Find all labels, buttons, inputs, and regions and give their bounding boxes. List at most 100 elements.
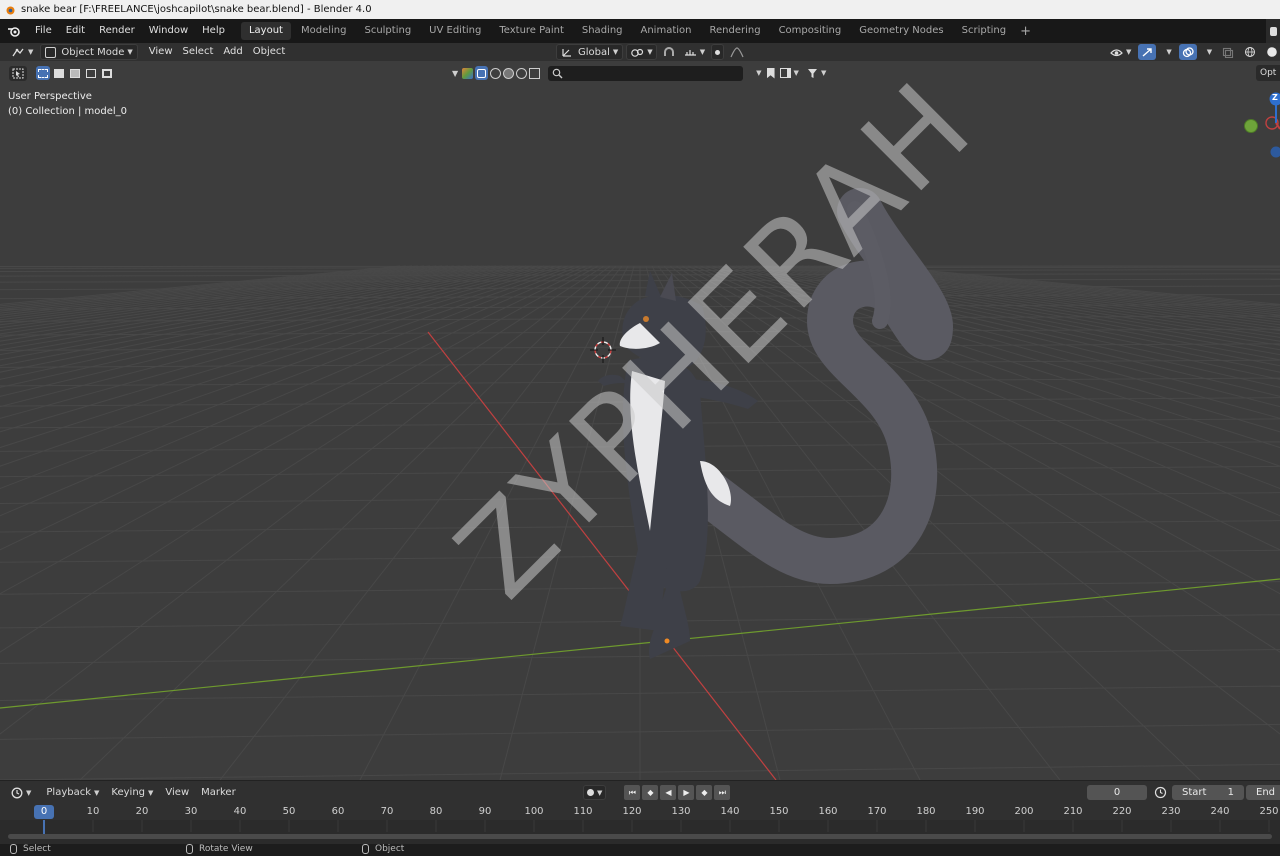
bookmark-icon[interactable] xyxy=(766,67,775,79)
timeline-scrollbar[interactable] xyxy=(8,834,1272,839)
viewport-search-input[interactable] xyxy=(548,65,744,81)
tab-animation[interactable]: Animation xyxy=(633,22,700,40)
menu-marker[interactable]: Marker xyxy=(195,787,242,798)
select-extend-button[interactable] xyxy=(52,66,66,80)
menu-window[interactable]: Window xyxy=(142,21,195,41)
menu-object[interactable]: Object xyxy=(248,42,291,62)
end-frame-field[interactable]: End xyxy=(1246,785,1280,800)
3d-viewport[interactable]: ▼ ▼ ▼ ▼ Opt User Perspective (0) Collect… xyxy=(0,61,1280,780)
timeline-track-area[interactable] xyxy=(0,820,1280,844)
snap-toggle[interactable] xyxy=(660,44,678,60)
tab-compositing[interactable]: Compositing xyxy=(771,22,850,40)
shading-solid-button[interactable] xyxy=(1263,44,1280,60)
viewport-scene[interactable] xyxy=(0,61,1280,780)
jump-to-keyframe-forward-button[interactable]: ◆ xyxy=(696,785,713,800)
menu-keying[interactable]: Keying ▼ xyxy=(105,787,159,798)
mesh-filter-icon[interactable] xyxy=(490,67,502,79)
timeline-editor-type-button[interactable]: ▼ xyxy=(8,785,34,801)
menu-playback[interactable]: Playback ▼ xyxy=(40,787,105,798)
jump-to-end-button[interactable]: ⏭ xyxy=(714,785,731,800)
overlays-toggle[interactable] xyxy=(1178,44,1197,60)
menu-help[interactable]: Help xyxy=(195,21,232,41)
tab-layout[interactable]: Layout xyxy=(240,22,291,40)
add-workspace-button[interactable]: + xyxy=(1015,24,1036,39)
menu-edit[interactable]: Edit xyxy=(59,21,92,41)
xray-icon xyxy=(1223,47,1234,58)
light-filter-icon[interactable] xyxy=(503,67,515,79)
active-tool-button[interactable] xyxy=(9,66,27,81)
pivot-point-dropdown[interactable]: ▼ xyxy=(626,44,657,60)
chevron-down-icon[interactable]: ▼ xyxy=(452,69,458,78)
timeline-tick-label: 50 xyxy=(282,806,296,817)
tab-uv-editing[interactable]: UV Editing xyxy=(421,22,489,40)
gizmo-dropdown[interactable]: ▼ xyxy=(1160,44,1174,60)
proportional-edit-toggle[interactable] xyxy=(711,44,725,60)
blender-logo-icon[interactable] xyxy=(0,19,28,43)
timeline-tick-label: 60 xyxy=(331,806,345,817)
jump-to-keyframe-back-button[interactable]: ◆ xyxy=(642,785,659,800)
tab-rendering[interactable]: Rendering xyxy=(701,22,768,40)
menu-select[interactable]: Select xyxy=(178,42,219,62)
grid-line xyxy=(0,265,593,551)
play-reverse-button[interactable]: ◀ xyxy=(660,785,677,800)
timeline-tick-label: 90 xyxy=(478,806,492,817)
status-select-label: Select xyxy=(23,844,51,854)
tab-scripting[interactable]: Scripting xyxy=(954,22,1014,40)
jump-to-start-button[interactable]: ⏮ xyxy=(624,785,641,800)
filter-dropdown[interactable]: ▼ xyxy=(804,66,829,80)
menu-file[interactable]: File xyxy=(28,21,59,41)
menu-view[interactable]: View xyxy=(144,42,178,62)
start-frame-field[interactable]: Start 1 xyxy=(1172,785,1244,800)
chevron-down-icon: ▼ xyxy=(1206,48,1213,56)
menu-timeline-view[interactable]: View xyxy=(159,787,195,798)
snap-target-dropdown[interactable]: ▼ xyxy=(681,44,708,60)
select-new-button[interactable] xyxy=(36,66,50,80)
overlays-dropdown[interactable]: ▼ xyxy=(1201,44,1215,60)
select-subtract-button[interactable] xyxy=(68,66,82,80)
tab-modeling[interactable]: Modeling xyxy=(293,22,355,40)
falloff-dropdown[interactable] xyxy=(727,44,747,60)
timeline-tick-label: 200 xyxy=(1014,806,1034,817)
current-frame-field[interactable]: 0 xyxy=(1087,785,1147,800)
preview-range-clock-icon[interactable] xyxy=(1154,786,1167,802)
visibility-dropdown[interactable]: ▼ xyxy=(1107,44,1134,60)
chevron-down-icon: ▼ xyxy=(28,48,34,56)
timeline-tick-label: 190 xyxy=(965,806,985,817)
options-button[interactable]: Opt xyxy=(1256,65,1280,81)
grid-line xyxy=(499,265,635,780)
status-object-hint: Object xyxy=(362,844,404,854)
tab-shading[interactable]: Shading xyxy=(574,22,631,40)
object-mode-dropdown[interactable]: Object Mode ▼ xyxy=(40,44,138,60)
camera-filter-icon[interactable] xyxy=(516,67,528,79)
chevron-down-icon: ▼ xyxy=(94,789,100,797)
tab-geometry-nodes[interactable]: Geometry Nodes xyxy=(851,22,951,40)
auto-keying-toggle[interactable]: ▼ xyxy=(583,785,607,800)
timeline-tick-label: 110 xyxy=(573,806,593,817)
tab-texture-paint[interactable]: Texture Paint xyxy=(491,22,572,40)
scene-selector-icon[interactable] xyxy=(1266,19,1280,43)
gizmo-z-label[interactable]: Z xyxy=(1272,93,1278,102)
play-button[interactable]: ▶ xyxy=(678,785,695,800)
layout-dropdown[interactable]: ▼ xyxy=(777,66,802,80)
menu-add[interactable]: Add xyxy=(218,42,247,62)
gizmo-toggle[interactable] xyxy=(1138,44,1157,60)
filter-sort-dropdown[interactable]: ▼ xyxy=(750,66,764,80)
editor-type-button[interactable]: ▼ xyxy=(8,44,36,60)
select-invert-button[interactable] xyxy=(84,66,98,80)
timeline-ruler[interactable]: 0 10 20 30 40 50 60 70 80 90 100 110 120 130 140 150 16… xyxy=(0,804,1280,820)
object-filter-icon[interactable] xyxy=(475,66,489,80)
end-frame-label: End xyxy=(1256,787,1276,798)
select-intersect-button[interactable] xyxy=(100,66,114,80)
transform-orientation-dropdown[interactable]: Global ▼ xyxy=(556,44,624,60)
xray-toggle[interactable] xyxy=(1219,44,1237,60)
3d-cursor-icon[interactable] xyxy=(590,337,616,363)
timeline-body[interactable] xyxy=(0,820,1280,844)
navigation-gizmo[interactable] xyxy=(1244,92,1280,158)
chevron-down-icon: ▼ xyxy=(647,48,653,56)
menu-render[interactable]: Render xyxy=(92,21,142,41)
tab-sculpting[interactable]: Sculpting xyxy=(356,22,419,40)
empty-filter-icon[interactable] xyxy=(529,67,541,79)
geometry-cube-icon[interactable] xyxy=(462,67,474,79)
current-frame-indicator[interactable]: 0 xyxy=(34,805,54,819)
shading-wireframe-button[interactable] xyxy=(1241,44,1259,60)
